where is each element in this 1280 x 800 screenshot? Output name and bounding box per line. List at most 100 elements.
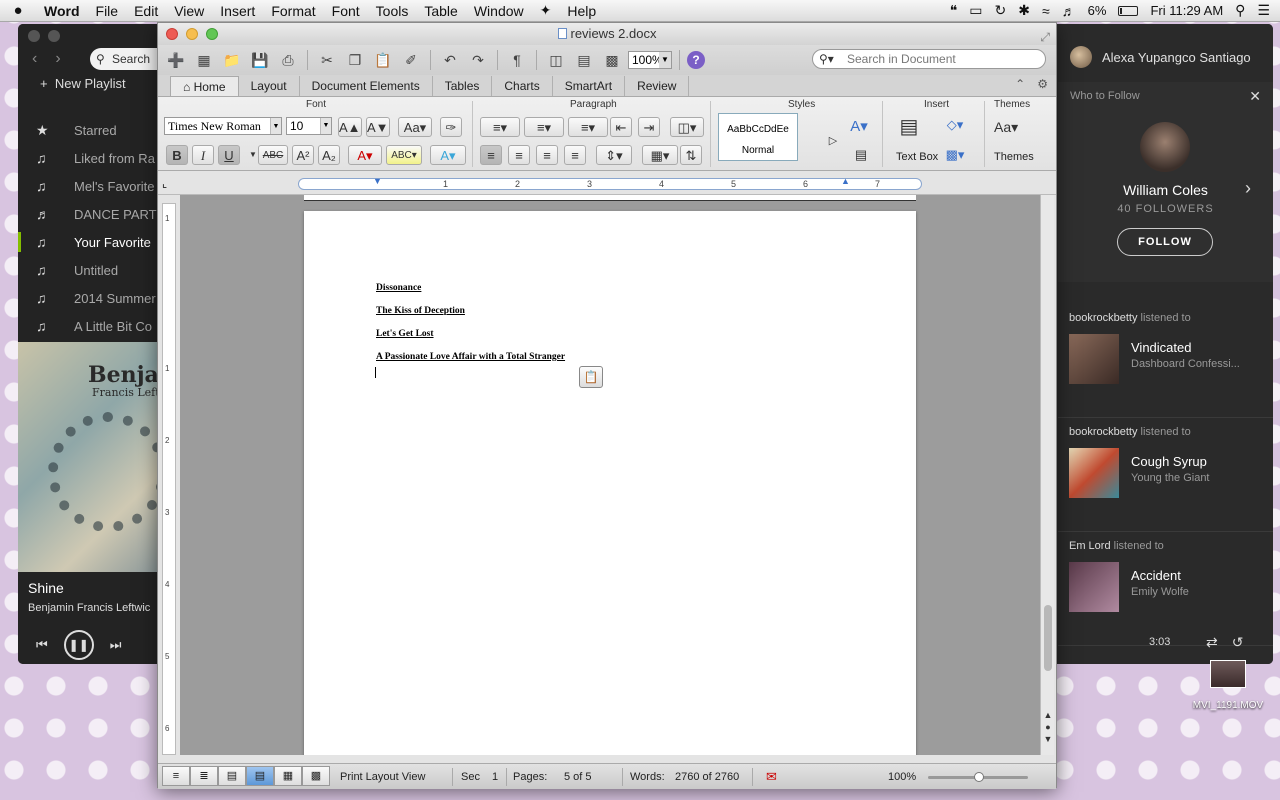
scrollbar-thumb[interactable]: [1044, 605, 1052, 671]
themes-icon[interactable]: Aa▾: [994, 117, 1018, 147]
album-thumbnail[interactable]: [1069, 334, 1119, 384]
style-normal-swatch[interactable]: AaBbCcDdEe Normal: [718, 113, 798, 161]
text-effects-button[interactable]: A▾: [430, 145, 466, 165]
new-playlist-button[interactable]: + New Playlist: [40, 76, 126, 91]
text-box-button[interactable]: Text Box: [896, 151, 938, 163]
tab-smartart[interactable]: SmartArt: [553, 76, 626, 96]
desktop-file-icon[interactable]: MVI_1191.MOV: [1188, 660, 1268, 711]
close-icon[interactable]: ✕: [1249, 88, 1261, 105]
menu-format[interactable]: Format: [263, 3, 323, 19]
playlist-untitled[interactable]: ♫ Untitled: [18, 256, 178, 284]
justify-button[interactable]: ≡: [564, 145, 586, 165]
right-indent-marker-icon[interactable]: ▲: [841, 176, 850, 186]
gallery-icon[interactable]: ▤: [572, 49, 596, 71]
minimize-button[interactable]: [186, 28, 198, 40]
format-painter-icon[interactable]: ✐: [399, 49, 423, 71]
numbering-icon[interactable]: ≡▾: [524, 117, 564, 137]
ruler-bar[interactable]: ▼ 1 2 3 4 5 6 7 ▲: [298, 176, 922, 190]
spotify-close-button[interactable]: [28, 30, 40, 42]
tab-stop-icon[interactable]: ⌞: [162, 177, 167, 190]
playlist-dance-party[interactable]: ♬ DANCE PARTY: [18, 200, 178, 228]
zoom-button[interactable]: [206, 28, 218, 40]
themes-button[interactable]: Themes: [994, 151, 1034, 163]
menu-app-word[interactable]: Word: [36, 3, 88, 19]
italic-button[interactable]: I: [192, 145, 214, 165]
redo-icon[interactable]: ↷: [466, 49, 490, 71]
chevron-right-icon[interactable]: ›: [1245, 178, 1251, 199]
increase-indent-icon[interactable]: ⇥: [638, 117, 660, 137]
next-track-icon[interactable]: ⏭: [110, 637, 122, 653]
menu-insert[interactable]: Insert: [212, 3, 263, 19]
align-center-button[interactable]: ≡: [508, 145, 530, 165]
spotlight-icon[interactable]: ⚲: [1235, 2, 1245, 19]
feed-user[interactable]: bookrockbetty: [1069, 426, 1137, 438]
notification-center-icon[interactable]: ☰: [1257, 2, 1270, 19]
multilevel-list-icon[interactable]: ≡▾: [568, 117, 608, 137]
user-profile[interactable]: Alexa Yupangco Santiago: [1070, 46, 1251, 68]
print-icon[interactable]: ⎙: [276, 49, 300, 71]
align-right-button[interactable]: ≡: [536, 145, 558, 165]
back-arrow-icon[interactable]: ‹: [32, 50, 37, 68]
now-playing-artist[interactable]: Benjamin Francis Leftwic: [28, 602, 150, 614]
picture-icon[interactable]: ▩▾: [944, 145, 966, 165]
playlist-a-little-bit[interactable]: ♫ A Little Bit Co: [18, 312, 178, 340]
zoom-slider-handle[interactable]: [974, 772, 984, 782]
bullets-icon[interactable]: ≡▾: [480, 117, 520, 137]
feed-track-title[interactable]: Cough Syrup: [1131, 454, 1207, 469]
menu-font[interactable]: Font: [324, 3, 368, 19]
feed-track-title[interactable]: Accident: [1131, 568, 1181, 583]
zoom-slider[interactable]: [928, 772, 1028, 782]
copy-icon[interactable]: ❐: [343, 49, 367, 71]
paste-options-icon[interactable]: 📋: [579, 366, 603, 388]
apple-menu-icon[interactable]: ●: [0, 2, 36, 19]
close-button[interactable]: [166, 28, 178, 40]
change-case-icon[interactable]: Aa▾: [398, 117, 432, 137]
feed-track-artist[interactable]: Young the Giant: [1131, 472, 1210, 484]
avatar[interactable]: [1140, 122, 1190, 172]
align-left-button[interactable]: ≡: [480, 145, 502, 165]
document-line[interactable]: A Passionate Love Affair with a Total St…: [376, 352, 565, 362]
styles-pane-icon[interactable]: ▤: [850, 145, 872, 165]
font-size-select[interactable]: 10 ▼: [286, 117, 332, 135]
pages-value[interactable]: 5 of 5: [564, 771, 592, 783]
word-titlebar[interactable]: reviews 2.docx ⤢: [158, 23, 1056, 45]
album-art[interactable]: Benjam Francis Leftw: [18, 342, 178, 572]
next-page-icon[interactable]: ▼: [1041, 733, 1055, 745]
wifi-icon[interactable]: ≈: [1042, 3, 1050, 19]
text-box-icon[interactable]: ▤: [898, 117, 920, 147]
draft-view-icon[interactable]: ≡: [162, 766, 190, 786]
new-document-icon[interactable]: ➕: [164, 49, 188, 71]
styles-next-icon[interactable]: ▷: [822, 131, 844, 151]
playlist-your-favorite[interactable]: ♫ Your Favorite: [18, 228, 178, 256]
repeat-icon[interactable]: ↺: [1232, 634, 1244, 651]
ribbon-settings-icon[interactable]: ⚙: [1037, 77, 1048, 91]
shuffle-icon[interactable]: ⇄: [1206, 634, 1218, 651]
publishing-view-icon[interactable]: ▤: [218, 766, 246, 786]
shrink-font-icon[interactable]: A▼: [366, 117, 390, 137]
vertical-ruler[interactable]: 1 1 2 3 4 5 6: [162, 203, 176, 755]
document-line[interactable]: Let's Get Lost: [376, 329, 434, 339]
feed-user[interactable]: Em Lord: [1069, 540, 1111, 552]
open-folder-icon[interactable]: 📁: [220, 49, 244, 71]
sort-icon[interactable]: ⇅: [680, 145, 702, 165]
tab-review[interactable]: Review: [625, 76, 690, 96]
templates-icon[interactable]: ▦: [192, 49, 216, 71]
feed-user[interactable]: bookrockbetty: [1069, 312, 1137, 324]
bluetooth-icon[interactable]: ✱: [1018, 2, 1030, 19]
menu-file[interactable]: File: [88, 3, 127, 19]
search-document-input[interactable]: ⚲▾ Search in Document: [812, 49, 1046, 69]
feed-track-artist[interactable]: Dashboard Confessi...: [1131, 358, 1240, 370]
subscript-button[interactable]: A₂: [318, 145, 340, 165]
menu-table[interactable]: Table: [416, 3, 465, 19]
tab-tables[interactable]: Tables: [433, 76, 493, 96]
airplay-icon[interactable]: ▭: [969, 2, 982, 19]
notebook-view-icon[interactable]: ▦: [274, 766, 302, 786]
collapse-ribbon-icon[interactable]: ⌃: [1015, 77, 1025, 91]
playlist-liked-from-radio[interactable]: ♫ Liked from Ra: [18, 144, 178, 172]
decrease-indent-icon[interactable]: ⇤: [610, 117, 632, 137]
media-browser-icon[interactable]: ▩: [600, 49, 624, 71]
document-line[interactable]: Dissonance: [376, 283, 421, 293]
save-icon[interactable]: 💾: [248, 49, 272, 71]
borders-icon[interactable]: ▦▾: [642, 145, 678, 165]
menu-window[interactable]: Window: [466, 3, 532, 19]
